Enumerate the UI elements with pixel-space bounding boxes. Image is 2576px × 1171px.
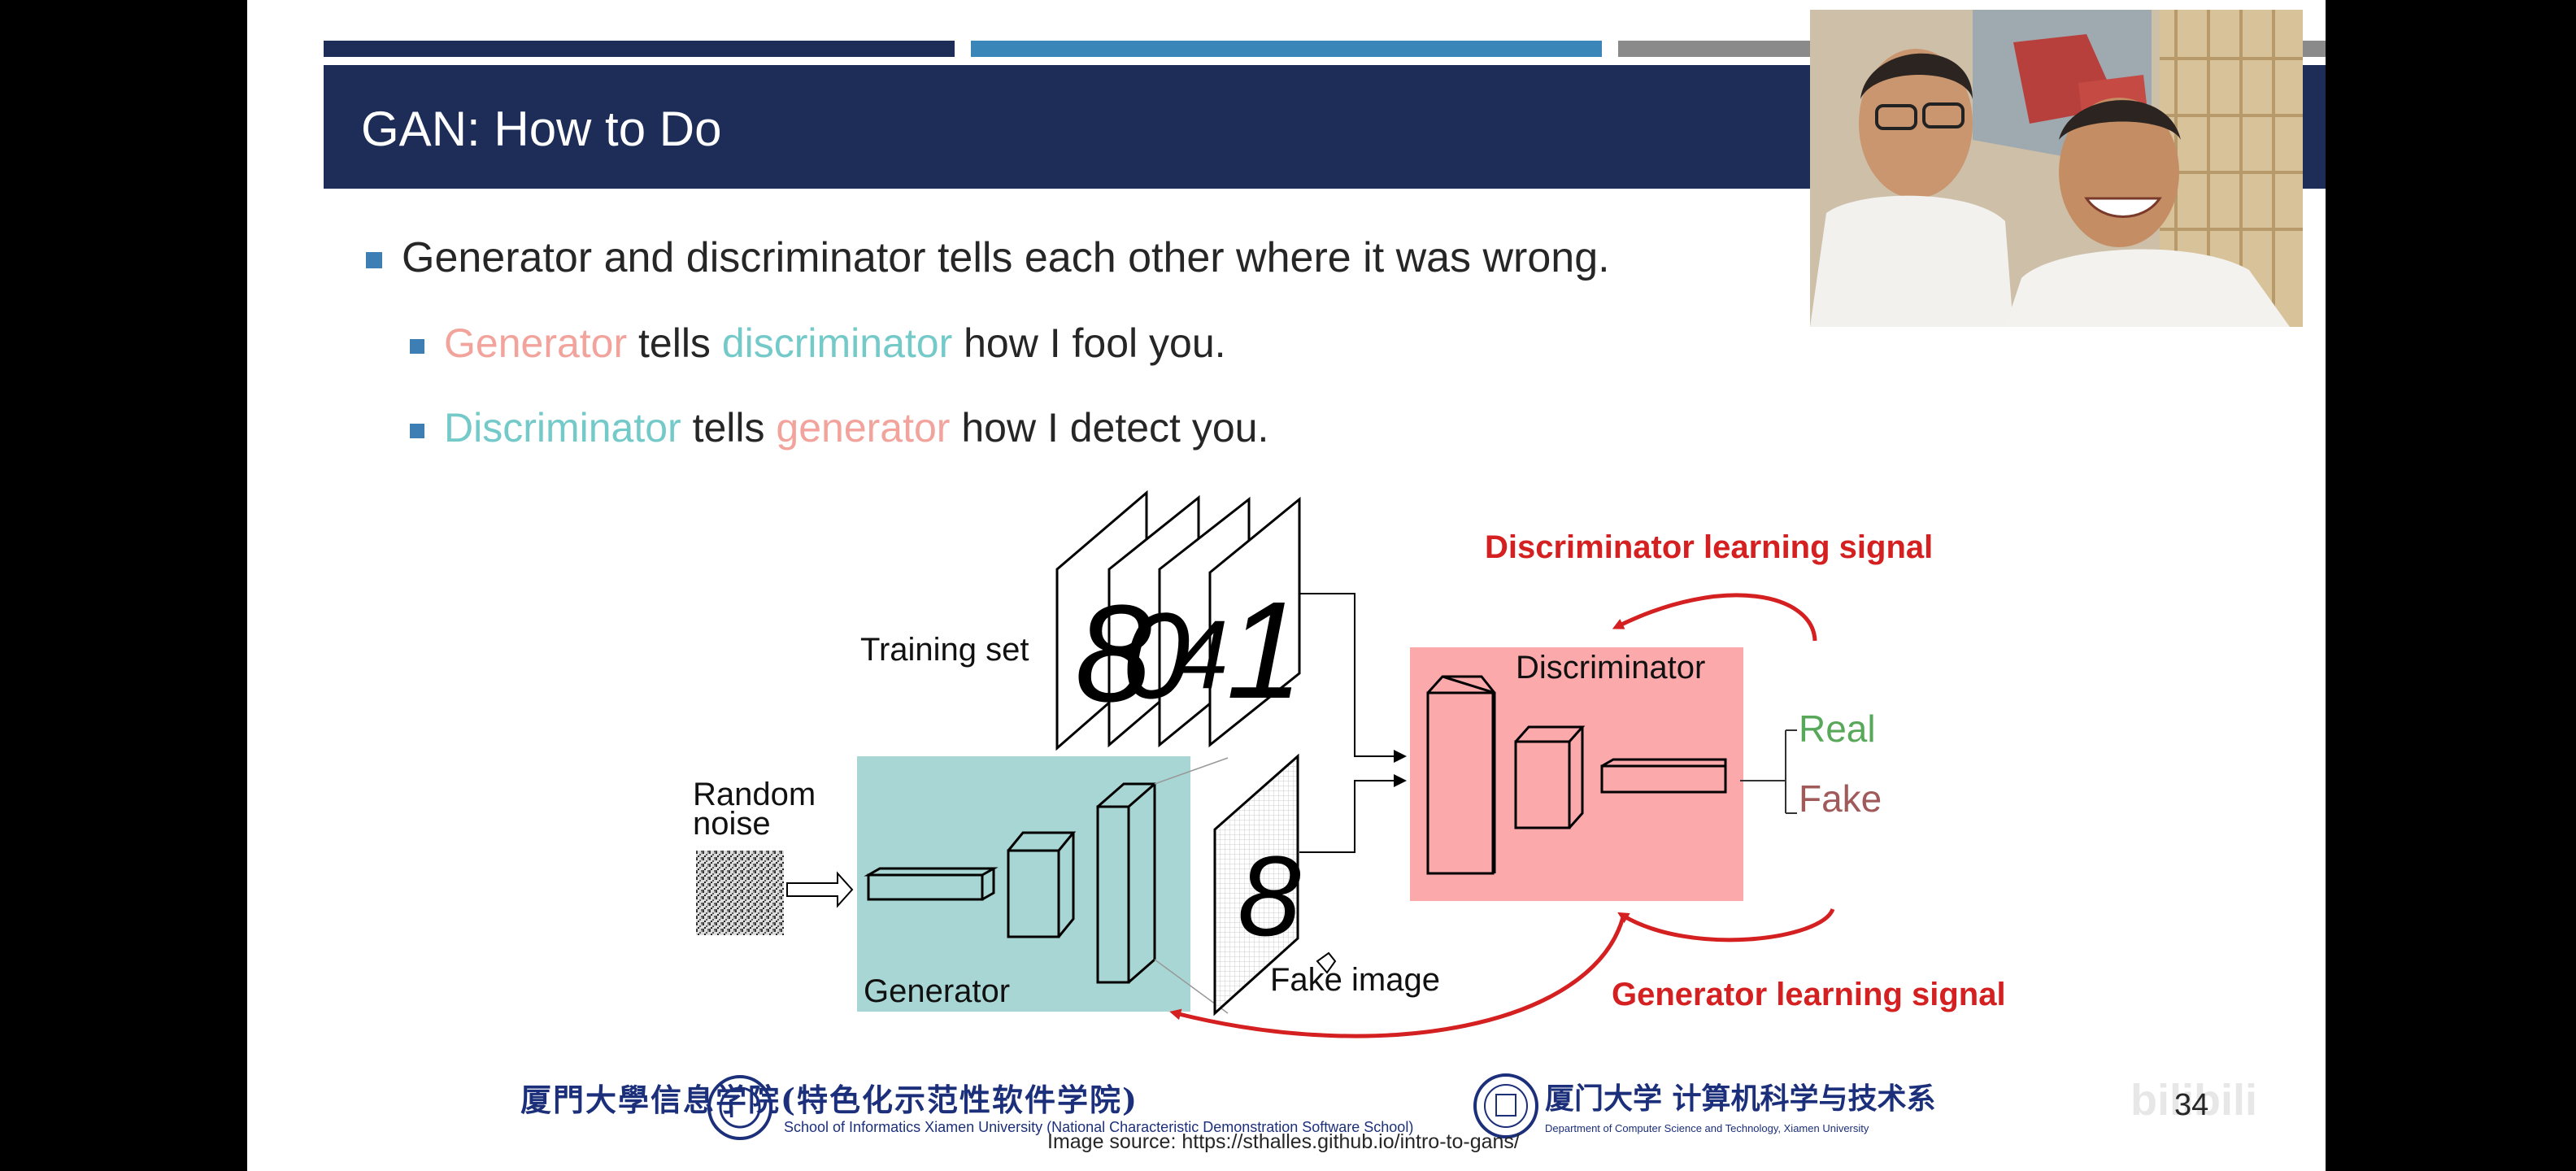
training-set-cards: 8 0 4 1 — [1055, 490, 1303, 751]
fake-label: Fake — [1799, 777, 1882, 820]
generator-signal-arrow-short — [1617, 908, 1835, 942]
discriminator-signal-arrow — [1612, 593, 1817, 642]
noise-label: noise — [693, 806, 771, 842]
generator-label: Generator — [864, 973, 1010, 1009]
fake-image-label: Fake image — [1270, 962, 1440, 998]
page-number: 34 — [2174, 1088, 2209, 1122]
cs-department-name-cn: 厦门大学 计算机科学与技术系 — [1545, 1082, 1936, 1116]
fake-digit: 8 — [1238, 832, 1301, 960]
random-noise-image — [696, 851, 784, 935]
generator-signal-label: Generator learning signal — [1612, 977, 2006, 1012]
cs-logo — [1473, 1073, 1538, 1138]
training-digit: 1 — [1226, 573, 1303, 728]
discriminator-signal-label: Discriminator learning signal — [1485, 529, 1933, 565]
training-digit: 4 — [1174, 600, 1229, 709]
output-bracket — [1740, 729, 1797, 814]
real-label: Real — [1799, 707, 1876, 750]
cs-department-name-en: Department of Computer Science and Techn… — [1545, 1122, 1869, 1134]
noise-arrow — [786, 871, 854, 908]
training-set-label: Training set — [860, 632, 1029, 668]
connector-lines — [1299, 593, 1407, 853]
webcam-overlay — [1810, 10, 2303, 327]
discriminator-label: Discriminator — [1516, 650, 1705, 686]
image-source-caption: Image source: https://sthalles.github.io… — [1047, 1130, 1520, 1153]
xmu-school-name-cn: 厦門大學信息学院(特色化示范性软件学院) — [520, 1082, 1138, 1118]
webcam-video-frame — [1810, 10, 2303, 327]
